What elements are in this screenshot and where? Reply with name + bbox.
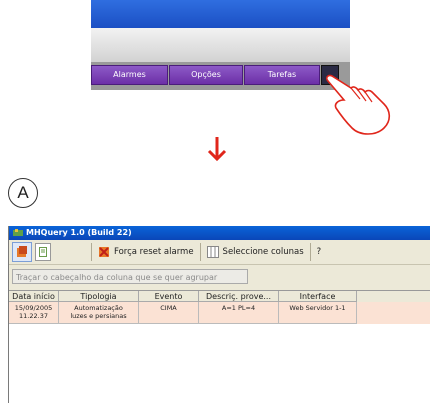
help-button[interactable]: ? — [317, 247, 322, 257]
column-header-data-inicio[interactable]: Data início — [9, 291, 59, 302]
tab-button-row: Alarmes Opções Tarefas — [91, 62, 350, 90]
column-header-tipologia[interactable]: Tipologia — [59, 291, 139, 302]
toolbar-separator — [309, 243, 311, 261]
table-row[interactable]: 15/09/2005 11.22.37 Automatização luzes … — [9, 302, 430, 324]
reset-alarm-label: Força reset alarme — [114, 247, 194, 257]
cell-tipologia: Automatização luzes e persianas — [59, 302, 139, 324]
reset-alarm-icon — [99, 247, 109, 257]
group-by-hint[interactable]: Traçar o cabeçalho da coluna que se quer… — [12, 268, 248, 284]
cell-evento: CIMA — [139, 302, 199, 324]
cell-descricao: A=1 PL=4 — [199, 302, 279, 324]
alarm-list-button[interactable] — [12, 242, 32, 262]
app-icon — [13, 229, 23, 236]
alarm-icon — [17, 246, 27, 257]
grid-header: Data início Tipologia Evento Descriç. pr… — [9, 291, 430, 302]
toolbar-separator — [91, 243, 92, 261]
columns-icon — [206, 246, 219, 258]
cell-data-inicio: 15/09/2005 11.22.37 — [9, 302, 59, 324]
group-by-area: Traçar o cabeçalho da coluna que se quer… — [9, 265, 430, 287]
pointing-hand-icon — [325, 74, 391, 135]
cell-interface: Web Servidor 1-1 — [279, 302, 357, 324]
select-columns-button[interactable]: Seleccione colunas — [206, 246, 304, 258]
cell-tipologia-line2: luzes e persianas — [70, 312, 127, 320]
down-arrow-icon — [207, 137, 227, 162]
title-band — [91, 0, 350, 28]
events-grid: Data início Tipologia Evento Descriç. pr… — [9, 290, 430, 403]
column-header-evento[interactable]: Evento — [139, 291, 199, 302]
window-title: MHQuery 1.0 (Build 22) — [26, 228, 132, 237]
mhquery-window: MHQuery 1.0 (Build 22) Força reset alarm… — [8, 226, 430, 403]
tarefas-button[interactable]: Tarefas — [244, 65, 320, 85]
opcoes-button[interactable]: Opções — [169, 65, 243, 85]
column-header-descricao[interactable]: Descriç. prove... — [199, 291, 279, 302]
select-columns-label: Seleccione colunas — [222, 247, 304, 257]
menu-band — [91, 28, 350, 62]
window-toolbar: Força reset alarme Seleccione colunas ? — [9, 240, 430, 265]
document-button[interactable] — [35, 243, 51, 261]
window-titlebar: MHQuery 1.0 (Build 22) — [9, 226, 430, 240]
column-header-interface[interactable]: Interface — [279, 291, 357, 302]
reset-alarm-button[interactable]: Força reset alarme — [98, 246, 194, 258]
cell-tipologia-line1: Automatização — [74, 304, 123, 312]
top-app-toolbar: Alarmes Opções Tarefas — [91, 0, 350, 90]
cell-date: 15/09/2005 — [14, 304, 53, 312]
step-label: A — [8, 178, 38, 208]
document-icon — [39, 247, 47, 257]
alarmes-button[interactable]: Alarmes — [91, 65, 168, 85]
cell-time: 11.22.37 — [19, 312, 48, 320]
toolbar-separator — [199, 243, 201, 261]
